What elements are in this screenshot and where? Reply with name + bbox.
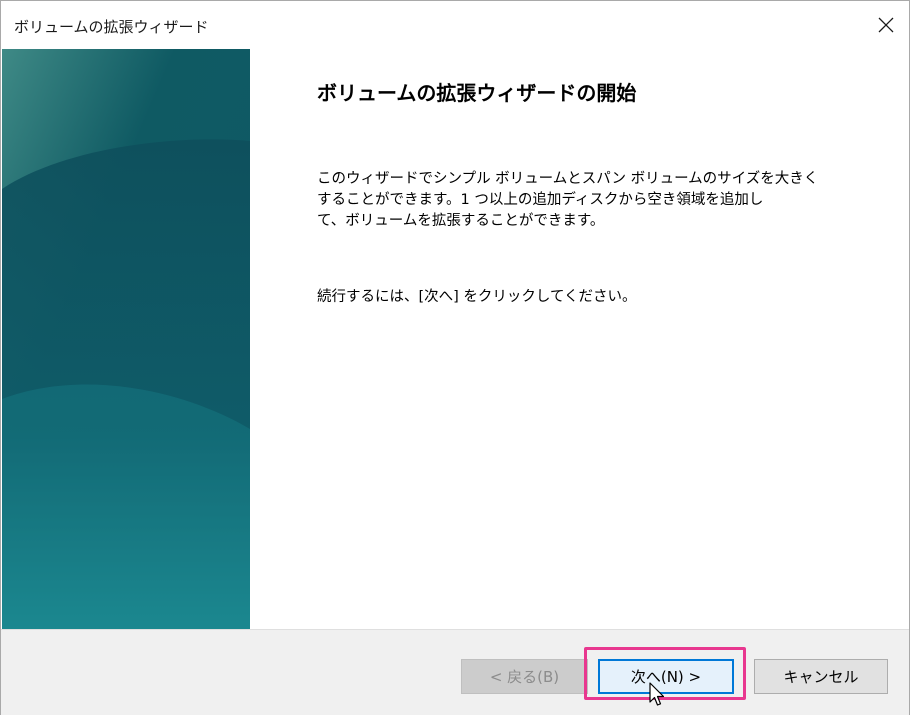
back-button[interactable]: < 戻る(B) <box>461 659 588 694</box>
next-button[interactable]: 次へ(N) > <box>598 659 734 694</box>
page-heading: ボリュームの拡張ウィザードの開始 <box>317 81 637 105</box>
title-bar: ボリュームの拡張ウィザード <box>1 1 909 49</box>
window-title: ボリュームの拡張ウィザード <box>14 18 209 36</box>
cancel-button[interactable]: キャンセル <box>754 659 888 694</box>
wizard-window: ボリュームの拡張ウィザード ボリュームの拡張ウィザードの開始 このウィザードでシ… <box>0 0 910 715</box>
close-button[interactable] <box>863 1 909 49</box>
description-line: することができます。1 つ以上の追加ディスクから空き領域を追加し <box>317 192 764 208</box>
instruction-text: 続行するには、[次へ] をクリックしてください。 <box>317 289 637 305</box>
banner-graphic <box>2 49 250 629</box>
description-text: このウィザードでシンプル ボリュームとスパン ボリュームのサイズを大きく するこ… <box>317 169 819 232</box>
wizard-side-banner <box>2 49 250 629</box>
close-icon <box>878 17 894 33</box>
description-line: て、ボリュームを拡張することができます。 <box>317 213 605 229</box>
wizard-content: ボリュームの拡張ウィザードの開始 このウィザードでシンプル ボリュームとスパン … <box>251 49 909 629</box>
description-line: このウィザードでシンプル ボリュームとスパン ボリュームのサイズを大きく <box>317 171 819 187</box>
button-bar: < 戻る(B) 次へ(N) > キャンセル <box>1 629 909 715</box>
